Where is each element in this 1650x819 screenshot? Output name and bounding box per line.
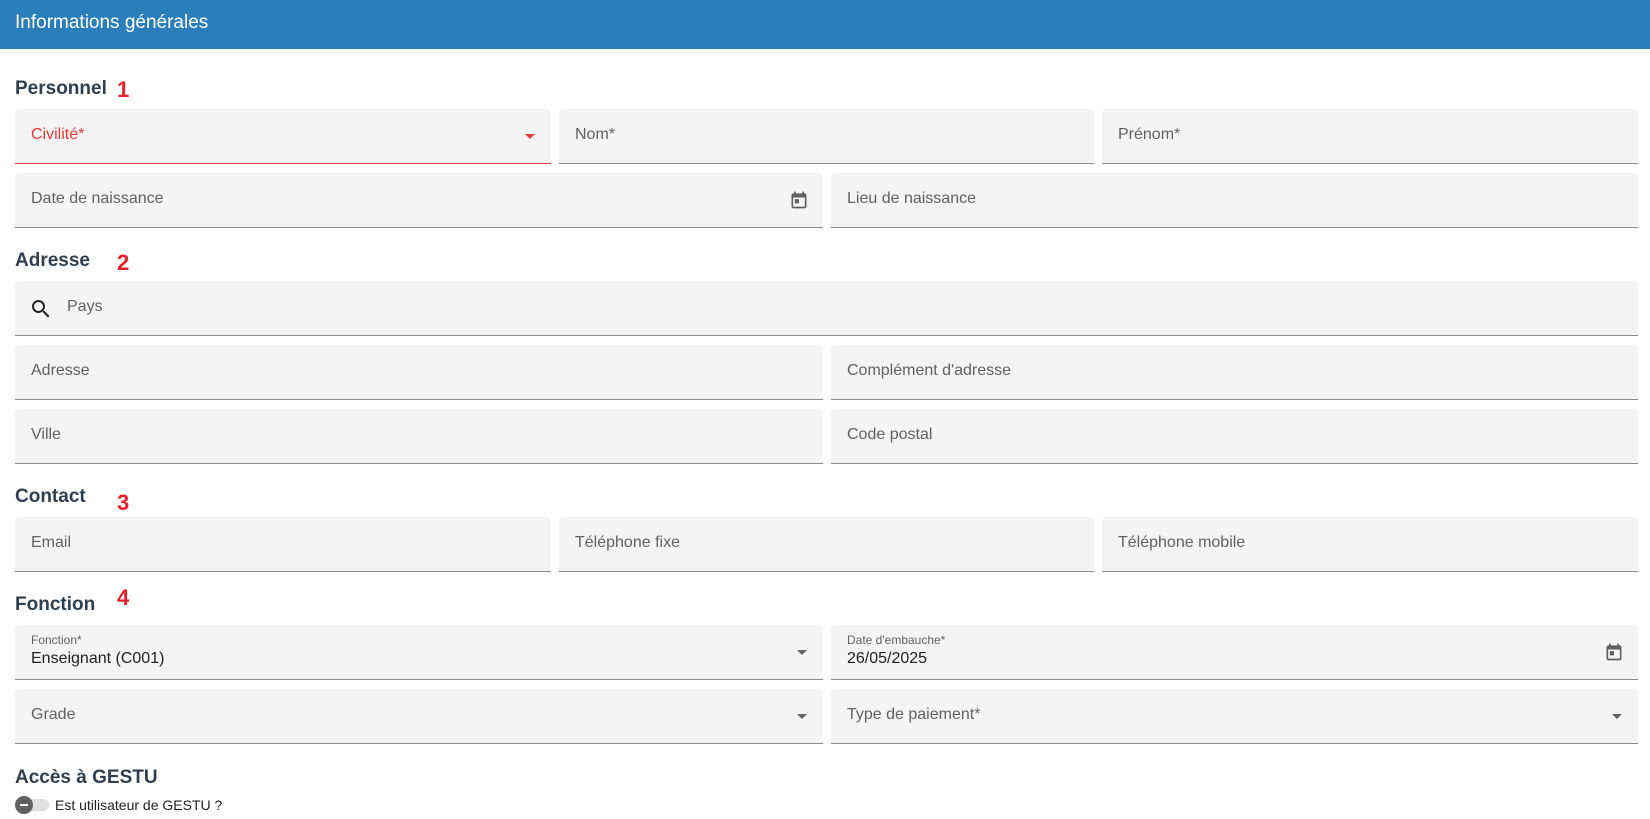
telephone-mobile-field[interactable]: Téléphone mobile [1102,517,1638,572]
date-embauche-field[interactable]: Date d'embauche* 26/05/2025 [831,625,1638,680]
pays-placeholder: Pays [67,298,103,315]
email-field[interactable]: Email [15,517,551,572]
telephone-fixe-placeholder: Téléphone fixe [575,534,680,551]
type-paiement-placeholder: Type de paiement* [847,706,981,723]
chevron-down-icon [797,714,807,719]
section-title-personnel: Personnel [15,78,107,99]
fonction-value: Enseignant (C001) [31,650,165,667]
telephone-fixe-field[interactable]: Téléphone fixe [559,517,1094,572]
section-title-fonction: Fonction [15,594,96,615]
page-header: Informations générales [0,0,1650,49]
chevron-down-icon [525,134,535,139]
section-title-adresse: Adresse [15,250,90,271]
complement-adresse-placeholder: Complément d'adresse [847,362,1012,379]
ville-field[interactable]: Ville [15,409,823,464]
adresse-field[interactable]: Adresse [15,345,823,400]
nom-placeholder: Nom* [575,126,616,143]
grade-placeholder: Grade [31,706,76,723]
chevron-down-icon [797,650,807,655]
lieu-naissance-field[interactable]: Lieu de naissance [831,173,1638,228]
section-marker-2: 2 [117,250,130,275]
prenom-placeholder: Prénom* [1118,126,1181,143]
section-title-contact: Contact [15,486,86,507]
date-naissance-placeholder: Date de naissance [31,190,164,207]
search-icon [32,300,50,318]
section-marker-3: 3 [117,490,130,515]
email-placeholder: Email [31,534,72,551]
page-title: Informations générales [15,12,209,33]
nom-field[interactable]: Nom* [559,109,1094,164]
lieu-naissance-placeholder: Lieu de naissance [847,190,976,207]
grade-select[interactable]: Grade [15,689,823,744]
section-marker-4: 4 [117,585,130,610]
pays-search-field[interactable]: Pays [15,281,1638,336]
prenom-field[interactable]: Prénom* [1102,109,1638,164]
date-naissance-field[interactable]: Date de naissance [15,173,823,228]
section-title-acces-gestu: Accès à GESTU [15,767,158,788]
civilite-select[interactable]: Civilité* [15,109,551,164]
ville-placeholder: Ville [31,426,61,443]
type-paiement-select[interactable]: Type de paiement* [831,689,1638,744]
fonction-select[interactable]: Fonction* Enseignant (C001) [15,625,823,680]
fonction-label: Fonction* [31,633,82,647]
date-embauche-label: Date d'embauche* [847,633,946,647]
adresse-placeholder: Adresse [31,362,90,379]
civilite-placeholder: Civilité* [31,126,85,143]
date-embauche-value: 26/05/2025 [847,650,928,667]
chevron-down-icon [1612,714,1622,719]
calendar-icon[interactable] [1604,641,1624,663]
calendar-icon[interactable] [789,189,809,211]
gestu-user-toggle-label: Est utilisateur de GESTU ? [55,797,223,813]
telephone-mobile-placeholder: Téléphone mobile [1118,534,1246,551]
section-marker-1: 1 [117,77,130,102]
gestu-user-toggle[interactable] [15,796,51,814]
code-postal-placeholder: Code postal [847,426,933,443]
code-postal-field[interactable]: Code postal [831,409,1638,464]
toggle-knob [15,796,33,814]
complement-adresse-field[interactable]: Complément d'adresse [831,345,1638,400]
